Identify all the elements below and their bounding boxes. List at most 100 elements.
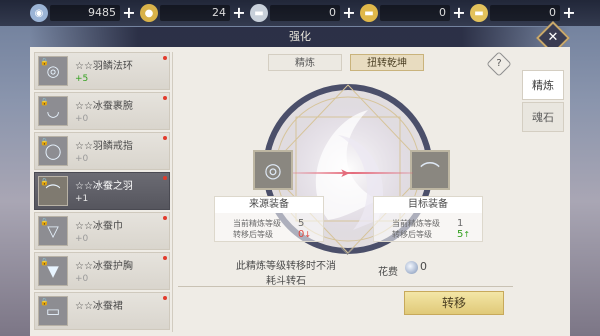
tab-refine[interactable]: 精炼 <box>268 54 342 71</box>
notification-dot <box>163 256 167 260</box>
lock-icon: 🔒 <box>40 218 49 226</box>
equipment-list[interactable]: 🔒 ◎ ☆☆羽鳞法环 +5 🔒 ◡ ☆☆冰蚕裹腕 +0 🔒 ◯ ☆☆羽鳞戒指 +0 🔒… <box>34 52 170 336</box>
target-title: 目标装备 <box>374 197 482 213</box>
equipment-thumbnail: 🔒 ⌒ <box>38 176 68 206</box>
transfer-beam <box>293 172 413 174</box>
after-level-value: 0↓ <box>298 229 311 240</box>
equipment-name: ☆☆冰蚕裙 <box>75 301 123 312</box>
gold-coin-icon: ● <box>140 4 158 22</box>
equipment-thumbnail: 🔒 ◯ <box>38 136 68 166</box>
lock-icon: 🔒 <box>40 258 49 266</box>
equipment-name: ☆☆羽鳞戒指 <box>75 141 133 152</box>
gold-ingot-icon: ▬ <box>360 4 378 22</box>
current-level-label: 当前精炼等级 <box>233 219 281 228</box>
close-icon: ✕ <box>547 30 559 45</box>
source-equipment-slot[interactable]: ◎ <box>253 150 293 190</box>
currency-gold-ingot: ▬ 0 + <box>360 3 466 23</box>
silver-orb-amount: 9485 <box>50 5 120 21</box>
notification-dot <box>163 96 167 100</box>
side-tab-bar: 精炼 魂石 <box>522 70 564 134</box>
chest-armor-icon: ▼ <box>47 262 59 280</box>
current-level-label: 当前精炼等级 <box>392 219 440 228</box>
note-line-1: 此精炼等级转移时不消 <box>236 261 336 272</box>
currency-silver-orb: ◉ 9485 + <box>30 3 136 23</box>
equipment-name: ☆☆冰蚕之羽 <box>75 181 133 192</box>
notification-dot <box>163 136 167 140</box>
equipment-thumbnail: 🔒 ◎ <box>38 56 68 86</box>
lock-icon: 🔒 <box>40 58 49 66</box>
equipment-level: +5 <box>75 74 89 84</box>
target-info-panel: 目标装备 当前精炼等级 1 转移后等级 5↑ <box>373 196 483 242</box>
bottom-divider <box>178 286 513 287</box>
notification-dot <box>163 176 167 180</box>
transfer-arrow-icon: ➤ <box>340 166 351 180</box>
notification-dot <box>163 296 167 300</box>
equipment-thumbnail: 🔒 ▽ <box>38 216 68 246</box>
equipment-level: +0 <box>75 234 89 244</box>
current-level-value: 1 <box>457 218 464 229</box>
window-title: 强化 <box>30 27 570 47</box>
gold-ingot-2-amount: 0 <box>490 5 560 21</box>
notification-dot <box>163 56 167 60</box>
equipment-item-5[interactable]: 🔒 ▽ ☆☆冰蚕巾 +0 <box>34 212 170 250</box>
after-level-label: 转移后等级 <box>233 230 273 239</box>
equipment-level: +0 <box>75 114 89 124</box>
silver-orb-icon <box>405 261 418 274</box>
add-gold-ingot-button[interactable]: + <box>452 5 466 21</box>
add-gold-ingot-2-button[interactable]: + <box>562 5 576 21</box>
lock-icon: 🔒 <box>40 98 49 106</box>
equipment-item-7[interactable]: 🔒 ▭ ☆☆冰蚕裙 <box>34 292 170 330</box>
equipment-level: +1 <box>75 194 89 204</box>
current-level-value: 5 <box>298 218 305 229</box>
down-arrow-icon: ↓ <box>304 230 312 239</box>
equipment-item-4[interactable]: 🔒 ⌒ ☆☆冰蚕之羽 +1 <box>34 172 170 210</box>
equipment-name: ☆☆冰蚕裹腕 <box>75 101 133 112</box>
target-equipment-slot[interactable]: ⌒ <box>410 150 450 190</box>
silver-ingot-amount: 0 <box>270 5 340 21</box>
equipment-name: ☆☆冰蚕护胸 <box>75 261 133 272</box>
source-title: 来源装备 <box>215 197 323 213</box>
after-level-value: 5↑ <box>457 229 470 240</box>
gold-ingot-amount: 0 <box>380 5 450 21</box>
ring-icon: ◎ <box>264 158 282 182</box>
up-arrow-icon: ↑ <box>463 230 471 239</box>
equipment-item-3[interactable]: 🔒 ◯ ☆☆羽鳞戒指 +0 <box>34 132 170 170</box>
add-gold-coin-button[interactable]: + <box>232 5 246 21</box>
necklace-icon: ⌒ <box>420 159 440 184</box>
notification-dot <box>163 216 167 220</box>
gold-coin-amount: 24 <box>160 5 230 21</box>
tab-transfer[interactable]: 扭转乾坤 <box>350 54 424 71</box>
source-info-panel: 来源装备 当前精炼等级 5 转移后等级 0↓ <box>214 196 324 242</box>
equipment-name: ☆☆冰蚕巾 <box>75 221 123 232</box>
equipment-item-2[interactable]: 🔒 ◡ ☆☆冰蚕裹腕 +0 <box>34 92 170 130</box>
silver-ingot-icon: ▬ <box>250 4 268 22</box>
currency-gold-coin: ● 24 + <box>140 3 246 23</box>
question-icon: ? <box>496 58 502 69</box>
side-tab-refine[interactable]: 精炼 <box>522 70 564 100</box>
equipment-thumbnail: 🔒 ▼ <box>38 256 68 286</box>
lock-icon: 🔒 <box>40 298 49 306</box>
equipment-thumbnail: 🔒 ▭ <box>38 296 68 326</box>
currency-silver-ingot: ▬ 0 + <box>250 3 356 23</box>
transfer-button[interactable]: 转移 <box>404 291 504 315</box>
currency-bar: ◉ 9485 + ● 24 + ▬ 0 + ▬ 0 + ▬ 0 + <box>0 0 600 26</box>
after-level-label: 转移后等级 <box>392 230 432 239</box>
equipment-item-6[interactable]: 🔒 ▼ ☆☆冰蚕护胸 +0 <box>34 252 170 290</box>
currency-gold-ingot-2: ▬ 0 + <box>470 3 576 23</box>
headgear-icon: ▽ <box>47 222 59 240</box>
gold-ingot-2-icon: ▬ <box>470 4 488 22</box>
equipment-thumbnail: 🔒 ◡ <box>38 96 68 126</box>
lock-icon: 🔒 <box>40 138 49 146</box>
add-silver-ingot-button[interactable]: + <box>342 5 356 21</box>
equipment-level: +0 <box>75 154 89 164</box>
lock-icon: 🔒 <box>40 178 49 186</box>
equipment-item-1[interactable]: 🔒 ◎ ☆☆羽鳞法环 +5 <box>34 52 170 90</box>
panel-divider <box>172 52 173 332</box>
cost-label: 花费 <box>378 267 398 278</box>
add-silver-orb-button[interactable]: + <box>122 5 136 21</box>
silver-orb-icon: ◉ <box>30 4 48 22</box>
cost-value: 0 <box>420 260 427 273</box>
transfer-note: 此精炼等级转移时不消 耗斗转石 <box>216 259 356 289</box>
side-tab-soulstone[interactable]: 魂石 <box>522 102 564 132</box>
equipment-level: +0 <box>75 274 89 284</box>
